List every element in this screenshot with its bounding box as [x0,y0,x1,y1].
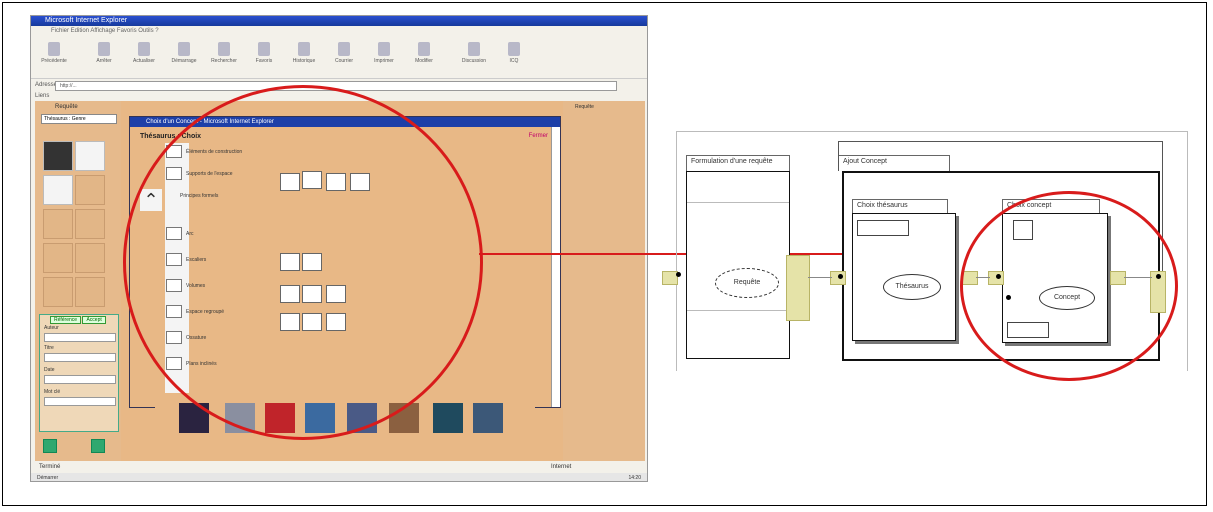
field-label: Mot clé [44,389,61,395]
ellipse-requete: Requête [715,268,779,298]
empty-tile [75,277,105,307]
toolbar-button-edit[interactable]: Modifier [407,42,441,64]
outer-frame-line [676,131,1188,132]
highlight-circle-left [123,85,483,440]
toolbar-button-home[interactable]: Démarrage [167,42,201,64]
toolbar-button-mail[interactable]: Courrier [327,42,361,64]
box-tab-choix-thesaurus: Choix thésaurus [852,199,948,213]
connector-line [808,277,832,278]
box-formulation: Requête [686,171,790,359]
icq-icon [508,42,520,56]
toolbar-button-history[interactable]: Historique [287,42,321,64]
favorites-icon [258,42,270,56]
tab-accept[interactable]: Accept [82,316,106,324]
internet-zone-label: Internet [551,464,572,470]
right-strip-label: Requête [575,104,594,110]
green-button[interactable] [91,439,105,453]
date-field[interactable] [44,375,116,384]
search-icon [218,42,230,56]
toolbar-button-icq[interactable]: ICQ [497,42,531,64]
popup-scrollbar[interactable] [551,127,560,407]
field-label: Date [44,367,55,373]
photo-thumbnail[interactable] [473,403,503,433]
toolbar-button-stop[interactable]: Arrêter [87,42,121,64]
address-label: Adresse [35,82,58,88]
green-button[interactable] [43,439,57,453]
bracket-line [838,141,839,171]
author-field[interactable] [44,333,116,342]
menu-bar[interactable]: Fichier Edition Affichage Favoris Outils… [31,27,647,36]
outer-frame-line [1187,131,1188,371]
window-title-bar: Microsoft Internet Explorer [31,16,647,26]
outer-frame-line [676,131,677,371]
keyword-field[interactable] [44,397,116,406]
empty-tile [43,277,73,307]
refresh-icon [138,42,150,56]
back-icon [48,42,60,56]
ellipse-thesaurus: Thésaurus [883,274,941,300]
mail-icon [338,42,350,56]
form-tabs: Référence Accept [50,316,106,324]
edit-icon [418,42,430,56]
title-field[interactable] [44,353,116,362]
box-tab-ajout: Ajout Concept [838,155,950,171]
right-strip: Requête [563,101,645,461]
note-box [857,220,909,236]
start-button[interactable]: Démarrer [37,475,58,481]
search-form: Référence Accept Auteur Titre Date Mot c… [39,314,119,432]
bracket-line [838,141,1162,142]
image-tile[interactable] [43,141,73,171]
empty-tile [75,175,105,205]
box-choix-thesaurus: Thésaurus [852,213,956,341]
connector-dot [838,274,843,279]
empty-tile [43,243,73,273]
box-tab-formulation: Formulation d'une requête [686,155,790,171]
empty-tile [75,209,105,239]
image-tile[interactable] [43,175,73,205]
empty-tile [75,243,105,273]
image-tile[interactable] [75,141,105,171]
left-panel: Requête Thésaurus : Genre Référence Acce… [35,101,121,461]
toolbar-button-print[interactable]: Imprimer [367,42,401,64]
toolbar-button-refresh[interactable]: Actualiser [127,42,161,64]
divider [687,202,789,203]
highlight-circle-right [960,191,1178,381]
history-icon [298,42,310,56]
thesaurus-select[interactable]: Thésaurus : Genre [41,114,117,124]
divider [687,310,789,311]
field-label: Auteur [44,325,59,331]
status-text: Terminé [39,464,61,470]
discussion-icon [468,42,480,56]
photo-thumbnail[interactable] [433,403,463,433]
close-link[interactable]: Fermer [529,133,548,139]
port-output [786,255,810,321]
print-icon [378,42,390,56]
clock: 14:20 [628,475,641,481]
toolbar-button-search[interactable]: Rechercher [207,42,241,64]
browser-toolbar: Précédente Arrêter Actualiser Démarrage … [31,38,647,79]
status-bar: Terminé Internet [31,463,647,472]
toolbar-button-favorites[interactable]: Favoris [247,42,281,64]
connector-dot [676,272,681,277]
tab-reference[interactable]: Référence [50,316,82,324]
taskbar: Démarrer 14:20 [31,473,647,481]
field-label: Titre [44,345,54,351]
left-panel-title: Requête [55,104,78,110]
toolbar-button-back[interactable]: Précédente [37,42,71,64]
toolbar-button-discussion[interactable]: Discussion [457,42,491,64]
links-label[interactable]: Liens [35,93,49,99]
home-icon [178,42,190,56]
stop-icon [98,42,110,56]
empty-tile [43,209,73,239]
